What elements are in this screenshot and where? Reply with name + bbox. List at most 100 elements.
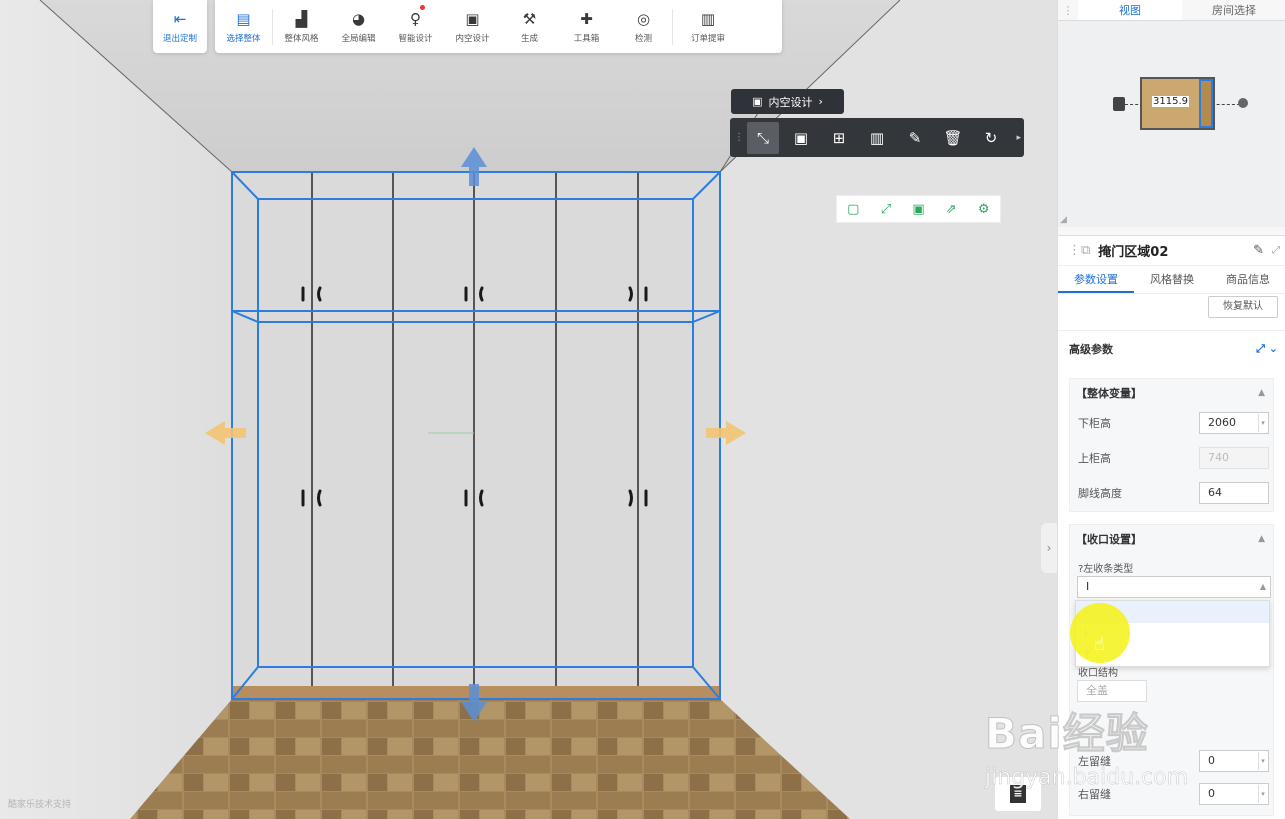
select-all-button[interactable]: ▤ 选择整体	[215, 0, 272, 53]
camera-icon[interactable]	[1113, 97, 1125, 111]
chevron-right-icon: ›	[1046, 541, 1052, 555]
order-submit-button[interactable]: ▥ 订单提审	[673, 0, 743, 53]
property-panel: ⋮⧉ 掩门区域02 ✎ ⤢ 参数设置 风格替换 商品信息 恢复默认 高级参数 ⤢…	[1058, 235, 1285, 819]
camera-target-icon[interactable]	[1238, 98, 1248, 108]
add-copy-button[interactable]: ⊞	[820, 118, 858, 157]
chevron-down-icon[interactable]: ▾	[1258, 414, 1267, 432]
scene-list-button[interactable]: ≡	[995, 777, 1041, 811]
gear-icon[interactable]: ⚙	[972, 202, 996, 217]
scale-icon: ⤡	[756, 128, 769, 147]
right-gap-label: 右留缝	[1078, 788, 1111, 801]
left-strip-type-select[interactable]: I ▲	[1077, 576, 1271, 598]
property-tabs: 参数设置 风格替换 商品信息	[1058, 266, 1285, 294]
drag-handle-icon[interactable]: ⋮	[1058, 0, 1078, 20]
check-button[interactable]: ◎ 检测	[615, 0, 672, 53]
credit-text: 酷家乐技术支持	[8, 800, 72, 810]
lower-cabinet-height-row: 下柜高 2060 ▾	[1078, 411, 1269, 435]
view-panel: ⋮ 视图 房间选择 3115.9 ◢	[1058, 0, 1285, 227]
expand-icon[interactable]: ⤢	[1272, 245, 1280, 256]
advanced-params-label: 高级参数	[1069, 342, 1113, 356]
right-gap-input[interactable]: 0 ▾	[1199, 783, 1269, 805]
tab-product-info[interactable]: 商品信息	[1210, 266, 1285, 293]
interior-design-label: 内空设计	[455, 34, 490, 44]
interior-design-context-button[interactable]: ▣ 内空设计 ›	[731, 89, 844, 114]
interior-design-button[interactable]: ▣ 内空设计	[444, 0, 501, 53]
left-gap-value: 0	[1208, 754, 1215, 767]
advanced-params-header[interactable]: 高级参数 ⤢ ⌄	[1058, 330, 1285, 366]
skirting-height-row: 脚线高度 64	[1078, 481, 1269, 505]
room-plan[interactable]: 3115.9	[1140, 77, 1215, 130]
overall-style-label: 整体风格	[284, 34, 319, 44]
drag-handle-icon[interactable]: ⋮	[734, 132, 744, 143]
closure-structure-select[interactable]: 全盖	[1077, 680, 1147, 702]
more-arrow-icon[interactable]: ▸	[1016, 133, 1021, 143]
panel-collapse-toggle[interactable]: ›	[1041, 523, 1057, 573]
overall-variables-header[interactable]: 【整体变量】 ▲	[1070, 379, 1273, 407]
notification-dot	[420, 5, 425, 10]
property-header: ⋮⧉ 掩门区域02 ✎ ⤢	[1058, 236, 1285, 266]
exit-group: ⇤ 退出定制	[153, 0, 207, 53]
overall-style-button[interactable]: ▟ 整体风格	[273, 0, 330, 53]
frame-select-icon: ▣	[793, 128, 809, 147]
left-gap-input[interactable]: 0 ▾	[1199, 750, 1269, 772]
overall-variables-section: 【整体变量】 ▲ 下柜高 2060 ▾ 上柜高 740 脚线高度 64	[1069, 378, 1274, 512]
left-gap-row: 左留缝 0 ▾	[1078, 749, 1269, 773]
scale-button[interactable]: ⤡	[747, 121, 779, 154]
generate-label: 生成	[520, 34, 538, 44]
generate-button[interactable]: ⚒ 生成	[501, 0, 558, 53]
edit-icon[interactable]: ✎	[1253, 243, 1264, 258]
share-icon[interactable]: ⇗	[939, 202, 963, 217]
upper-cabinet-height-label: 上柜高	[1078, 452, 1111, 465]
chevron-up-icon: ▲	[1259, 582, 1266, 591]
paint-roller-icon: ▟	[295, 10, 308, 28]
tab-style-replace[interactable]: 风格替换	[1134, 266, 1210, 293]
drag-handle-icon[interactable]: ⋮⧉	[1068, 243, 1090, 258]
order-submit-label: 订单提审	[690, 34, 725, 44]
chevron-down-icon[interactable]: ▾	[1258, 785, 1267, 803]
resize-grip-icon[interactable]: ◢	[1060, 215, 1067, 225]
door-split-icon: ▥	[869, 128, 885, 147]
property-title: 掩门区域02	[1098, 245, 1169, 260]
frame-icon: ▣	[752, 95, 763, 108]
toolbox-button[interactable]: ✚ 工具箱	[558, 0, 615, 53]
fit-view-icon[interactable]: ▢	[841, 202, 865, 217]
brush-icon: ✎	[908, 128, 922, 147]
closure-settings-title: 【收口设置】	[1076, 533, 1142, 546]
skirting-height-label: 脚线高度	[1078, 487, 1122, 500]
smart-design-button[interactable]: ♀ 智能设计	[387, 0, 444, 53]
lower-cabinet-height-input[interactable]: 2060 ▾	[1199, 412, 1269, 434]
main-toolbar: ▤ 选择整体 ▟ 整体风格 ◕ 全局编辑 ♀ 智能设计 ▣ 内空设计 ⚒ 生成 …	[215, 0, 782, 53]
tab-view[interactable]: 视图	[1078, 0, 1182, 20]
exit-custom-button[interactable]: ⇤ 退出定制	[153, 0, 207, 53]
chevron-down-icon[interactable]: ▾	[1258, 752, 1267, 770]
closure-settings-section: 【收口设置】 ▲ ?左收条类型 I ▲ 收口结构 全盖 左留缝 0 ▾ 右留缝 0…	[1069, 524, 1274, 816]
closure-settings-header[interactable]: 【收口设置】 ▲	[1070, 525, 1273, 553]
right-gap-row: 右留缝 0 ▾	[1078, 782, 1269, 806]
exit-custom-label: 退出定制	[162, 34, 197, 44]
rotate-2d-icon: ↻	[984, 128, 998, 147]
exit-icon: ⇤	[173, 10, 187, 28]
select-icon: ▤	[236, 10, 251, 28]
frame-select-button[interactable]: ▣	[782, 118, 820, 157]
skirting-height-input[interactable]: 64	[1199, 482, 1269, 504]
global-edit-button[interactable]: ◕ 全局编辑	[330, 0, 387, 53]
trash-icon: 🗑	[943, 128, 963, 147]
hammer-icon: ⚒	[522, 10, 537, 28]
3d-viewport[interactable]: ⇤ 退出定制 ▤ 选择整体 ▟ 整体风格 ◕ 全局编辑 ♀ 智能设计 ▣ 内空设…	[0, 0, 1057, 819]
collapse-icon: ▲	[1258, 388, 1265, 398]
tab-room-select[interactable]: 房间选择	[1182, 0, 1285, 20]
chevron-right-icon: ›	[818, 95, 823, 108]
restore-default-button[interactable]: 恢复默认	[1208, 296, 1278, 318]
save-icon[interactable]: ▣	[906, 202, 930, 217]
door-split-button[interactable]: ▥	[858, 118, 896, 157]
selected-wall	[1199, 79, 1213, 128]
delete-button[interactable]: 🗑	[934, 118, 972, 157]
rotate-2d-button[interactable]: ↻	[972, 118, 1010, 157]
upper-cabinet-height-input: 740	[1199, 447, 1269, 469]
expand-chevron-icon[interactable]: ⤢ ⌄	[1256, 342, 1278, 356]
expand-icon[interactable]: ⤢	[874, 202, 898, 217]
tab-params[interactable]: 参数设置	[1058, 266, 1134, 293]
left-strip-type-label: ?左收条类型	[1078, 564, 1134, 575]
brush-button[interactable]: ✎	[896, 118, 934, 157]
lower-cabinet-height-value: 2060	[1208, 416, 1236, 429]
